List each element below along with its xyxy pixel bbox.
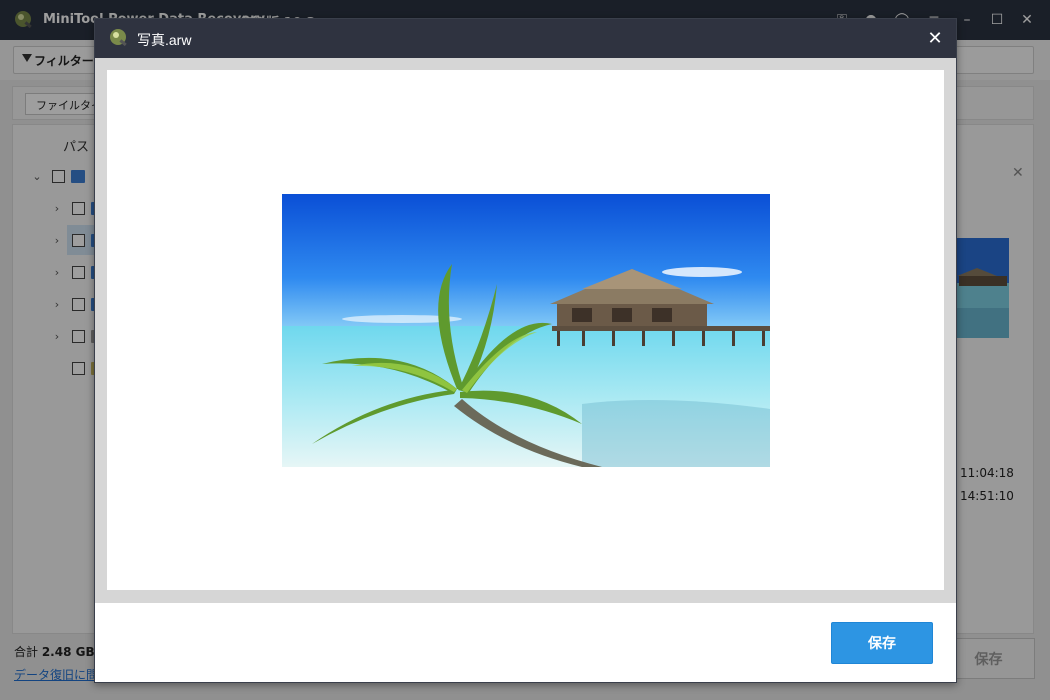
- preview-canvas: [107, 70, 944, 590]
- save-button[interactable]: 保存: [831, 622, 933, 664]
- dialog-title: 写真.arw: [137, 32, 192, 48]
- preview-image: [282, 194, 770, 467]
- preview-frame: [95, 58, 956, 603]
- dialog-titlebar: 写真.arw ✕: [95, 19, 956, 58]
- app-logo-icon: [110, 29, 127, 47]
- preview-dialog: 写真.arw ✕ 保存: [94, 18, 957, 683]
- dialog-footer: 保存: [95, 603, 956, 682]
- close-icon[interactable]: ✕: [924, 27, 946, 49]
